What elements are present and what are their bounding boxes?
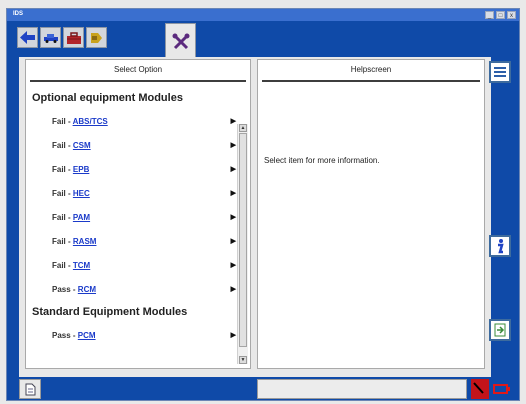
- item-status: Pass -: [52, 331, 78, 340]
- module-item-rcm[interactable]: Pass - RCM ▶: [26, 278, 250, 302]
- module-link[interactable]: RASM: [73, 237, 97, 246]
- module-item-pcm[interactable]: Pass - PCM ▶: [26, 324, 250, 348]
- toolbox-icon: [66, 31, 81, 44]
- window-controls: _ □ x: [485, 11, 516, 19]
- document-icon: [25, 383, 35, 395]
- status-bar: [7, 375, 519, 402]
- app-window: IDS _ □ x Select Option Optional equipme…: [6, 8, 520, 401]
- module-icon: [91, 32, 102, 43]
- main-content: Select Option Optional equipment Modules…: [19, 57, 491, 377]
- window-title: IDS: [13, 11, 24, 17]
- export-icon: [494, 323, 506, 337]
- module-link[interactable]: RCM: [78, 285, 96, 294]
- vertical-scrollbar[interactable]: ▲ ▼: [237, 124, 248, 364]
- info-button[interactable]: [489, 235, 511, 257]
- item-status: Fail -: [52, 189, 73, 198]
- module-button[interactable]: [86, 27, 107, 48]
- module-link[interactable]: HEC: [73, 189, 90, 198]
- status-field: [257, 379, 467, 399]
- info-icon: [498, 239, 504, 254]
- expand-arrow-icon[interactable]: ▶: [231, 254, 236, 278]
- title-bar: IDS _ □ x: [7, 9, 519, 21]
- expand-arrow-icon[interactable]: ▶: [231, 324, 236, 348]
- toolbox-button[interactable]: [63, 27, 84, 48]
- item-status: Fail -: [52, 165, 73, 174]
- scroll-down-button[interactable]: ▼: [239, 356, 247, 364]
- back-arrow-icon: [20, 31, 35, 44]
- expand-arrow-icon[interactable]: ▶: [231, 110, 236, 134]
- expand-arrow-icon[interactable]: ▶: [231, 134, 236, 158]
- module-item-csm[interactable]: Fail - CSM ▶: [26, 134, 250, 158]
- module-item-epb[interactable]: Fail - EPB ▶: [26, 158, 250, 182]
- error-indicator-icon: [471, 379, 489, 399]
- item-status: Fail -: [52, 141, 73, 150]
- list-button[interactable]: [489, 61, 511, 83]
- vehicle-button[interactable]: [40, 27, 61, 48]
- item-status: Fail -: [52, 213, 73, 222]
- battery-icon: [493, 384, 510, 394]
- select-option-panel: Select Option Optional equipment Modules…: [25, 59, 251, 369]
- wrench-icon: [172, 33, 189, 49]
- close-button[interactable]: x: [507, 11, 516, 19]
- expand-arrow-icon[interactable]: ▶: [231, 206, 236, 230]
- module-link[interactable]: EPB: [73, 165, 89, 174]
- module-item-tcm[interactable]: Fail - TCM ▶: [26, 254, 250, 278]
- scroll-up-button[interactable]: ▲: [239, 124, 247, 132]
- helpscreen-header: Helpscreen: [262, 60, 480, 82]
- module-item-rasm[interactable]: Fail - RASM ▶: [26, 230, 250, 254]
- module-item-abs-tcs[interactable]: Fail - ABS/TCS ▶: [26, 110, 250, 134]
- item-status: Fail -: [52, 261, 73, 270]
- maximize-button[interactable]: □: [496, 11, 505, 19]
- item-status: Fail -: [52, 117, 73, 126]
- module-link[interactable]: PAM: [73, 213, 90, 222]
- module-item-pam[interactable]: Fail - PAM ▶: [26, 206, 250, 230]
- document-button[interactable]: [19, 379, 41, 399]
- expand-arrow-icon[interactable]: ▶: [231, 182, 236, 206]
- module-item-hec[interactable]: Fail - HEC ▶: [26, 182, 250, 206]
- list-icon: [494, 67, 506, 77]
- minimize-button[interactable]: _: [485, 11, 494, 19]
- section-title: Standard Equipment Modules: [32, 306, 188, 318]
- scroll-thumb[interactable]: [239, 133, 247, 347]
- item-status: Pass -: [52, 285, 78, 294]
- toolbar: [7, 21, 519, 59]
- back-button[interactable]: [17, 27, 38, 48]
- helpscreen-panel: Helpscreen Select item for more informat…: [257, 59, 485, 369]
- expand-arrow-icon[interactable]: ▶: [231, 278, 236, 302]
- tab-tools[interactable]: [165, 23, 196, 59]
- section-title: Optional equipment Modules: [32, 92, 183, 104]
- help-message: Select item for more information.: [264, 156, 380, 165]
- select-option-header: Select Option: [30, 60, 246, 82]
- module-link[interactable]: ABS/TCS: [73, 117, 108, 126]
- vehicle-icon: [43, 33, 58, 43]
- expand-arrow-icon[interactable]: ▶: [231, 158, 236, 182]
- item-status: Fail -: [52, 237, 73, 246]
- export-button[interactable]: [489, 319, 511, 341]
- module-link[interactable]: CSM: [73, 141, 91, 150]
- module-link[interactable]: TCM: [73, 261, 90, 270]
- expand-arrow-icon[interactable]: ▶: [231, 230, 236, 254]
- module-link[interactable]: PCM: [78, 331, 96, 340]
